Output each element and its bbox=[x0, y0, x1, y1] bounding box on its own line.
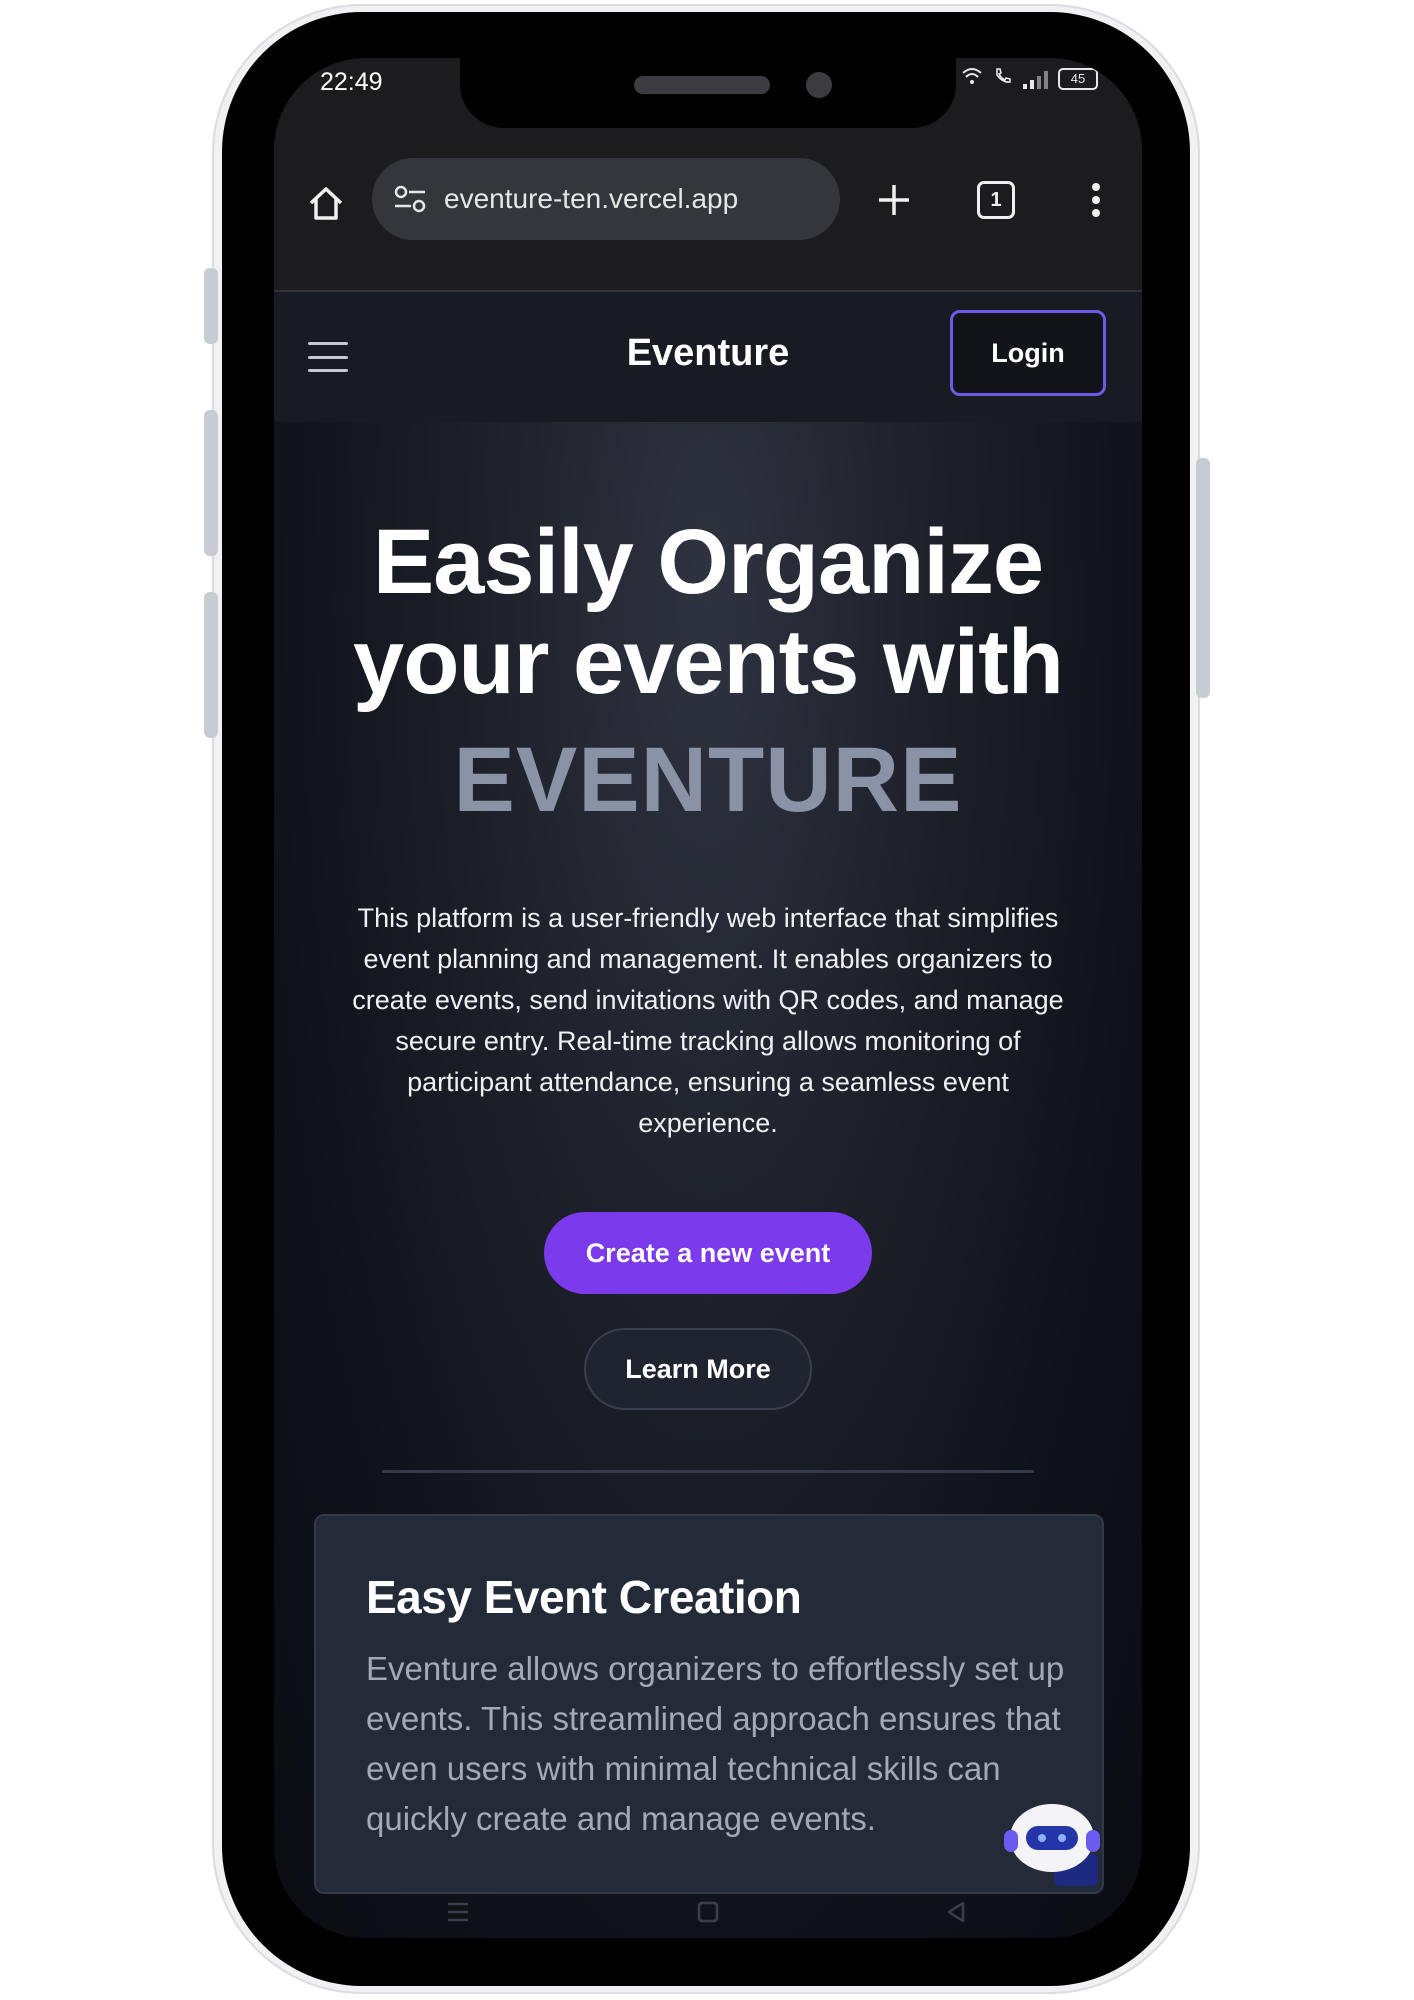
create-event-button[interactable]: Create a new event bbox=[544, 1212, 872, 1294]
url-text: eventure-ten.vercel.app bbox=[444, 183, 739, 214]
login-button[interactable]: Login bbox=[950, 310, 1106, 396]
hero-description: This platform is a user-friendly web int… bbox=[352, 903, 1064, 1138]
notch bbox=[460, 58, 956, 128]
tab-switcher-icon[interactable]: 1 bbox=[968, 172, 1024, 228]
hero-brand-word: EVENTURE bbox=[453, 729, 963, 831]
hamburger-menu-icon[interactable] bbox=[308, 342, 348, 372]
recents-icon[interactable] bbox=[438, 1892, 478, 1932]
section-divider bbox=[382, 1470, 1034, 1473]
new-tab-icon[interactable] bbox=[866, 172, 922, 228]
feature-text: Eventure allows organizers to effortless… bbox=[366, 1650, 1065, 1837]
address-bar[interactable]: eventure-ten.vercel.app bbox=[372, 158, 840, 240]
hero-title-line2: your events with bbox=[353, 611, 1064, 713]
hero-title: Easily Organize your events with bbox=[274, 512, 1142, 712]
back-icon[interactable] bbox=[936, 1892, 976, 1932]
status-bar: 22:49 45 bbox=[274, 58, 1142, 130]
battery-icon: 45 bbox=[1058, 68, 1098, 90]
side-button-power bbox=[1196, 458, 1210, 698]
speaker-grille bbox=[634, 76, 770, 94]
android-navigation-bar bbox=[274, 1888, 1142, 1938]
call-icon bbox=[993, 66, 1013, 92]
home-nav-icon[interactable] bbox=[688, 1892, 728, 1932]
signal-icon bbox=[1023, 69, 1048, 89]
front-camera bbox=[806, 72, 832, 98]
home-icon[interactable] bbox=[300, 178, 352, 230]
side-button-volume-down bbox=[204, 592, 218, 738]
phone-screen: 22:49 45 eventure-ten.vercel.app 1 Event… bbox=[274, 58, 1142, 1938]
wifi-icon bbox=[961, 66, 983, 92]
status-time: 22:49 bbox=[320, 68, 383, 96]
tab-count: 1 bbox=[977, 181, 1015, 219]
hero-section: Easily Organize your events with EVENTUR… bbox=[274, 422, 1142, 1938]
status-icons: 45 bbox=[961, 66, 1098, 92]
site-settings-icon[interactable] bbox=[390, 179, 430, 219]
feature-card: Easy Event Creation Eventure allows orga… bbox=[314, 1514, 1104, 1894]
side-button-volume-up bbox=[204, 410, 218, 556]
learn-more-button[interactable]: Learn More bbox=[584, 1328, 812, 1410]
browser-toolbar: eventure-ten.vercel.app 1 bbox=[274, 130, 1142, 292]
hero-title-line1: Easily Organize bbox=[372, 511, 1044, 613]
feature-title: Easy Event Creation bbox=[366, 1571, 802, 1623]
overflow-menu-icon[interactable] bbox=[1068, 172, 1124, 228]
side-button-silent bbox=[204, 268, 218, 344]
chatbot-icon[interactable] bbox=[996, 1798, 1106, 1892]
site-navbar: Eventure Login bbox=[274, 292, 1142, 422]
